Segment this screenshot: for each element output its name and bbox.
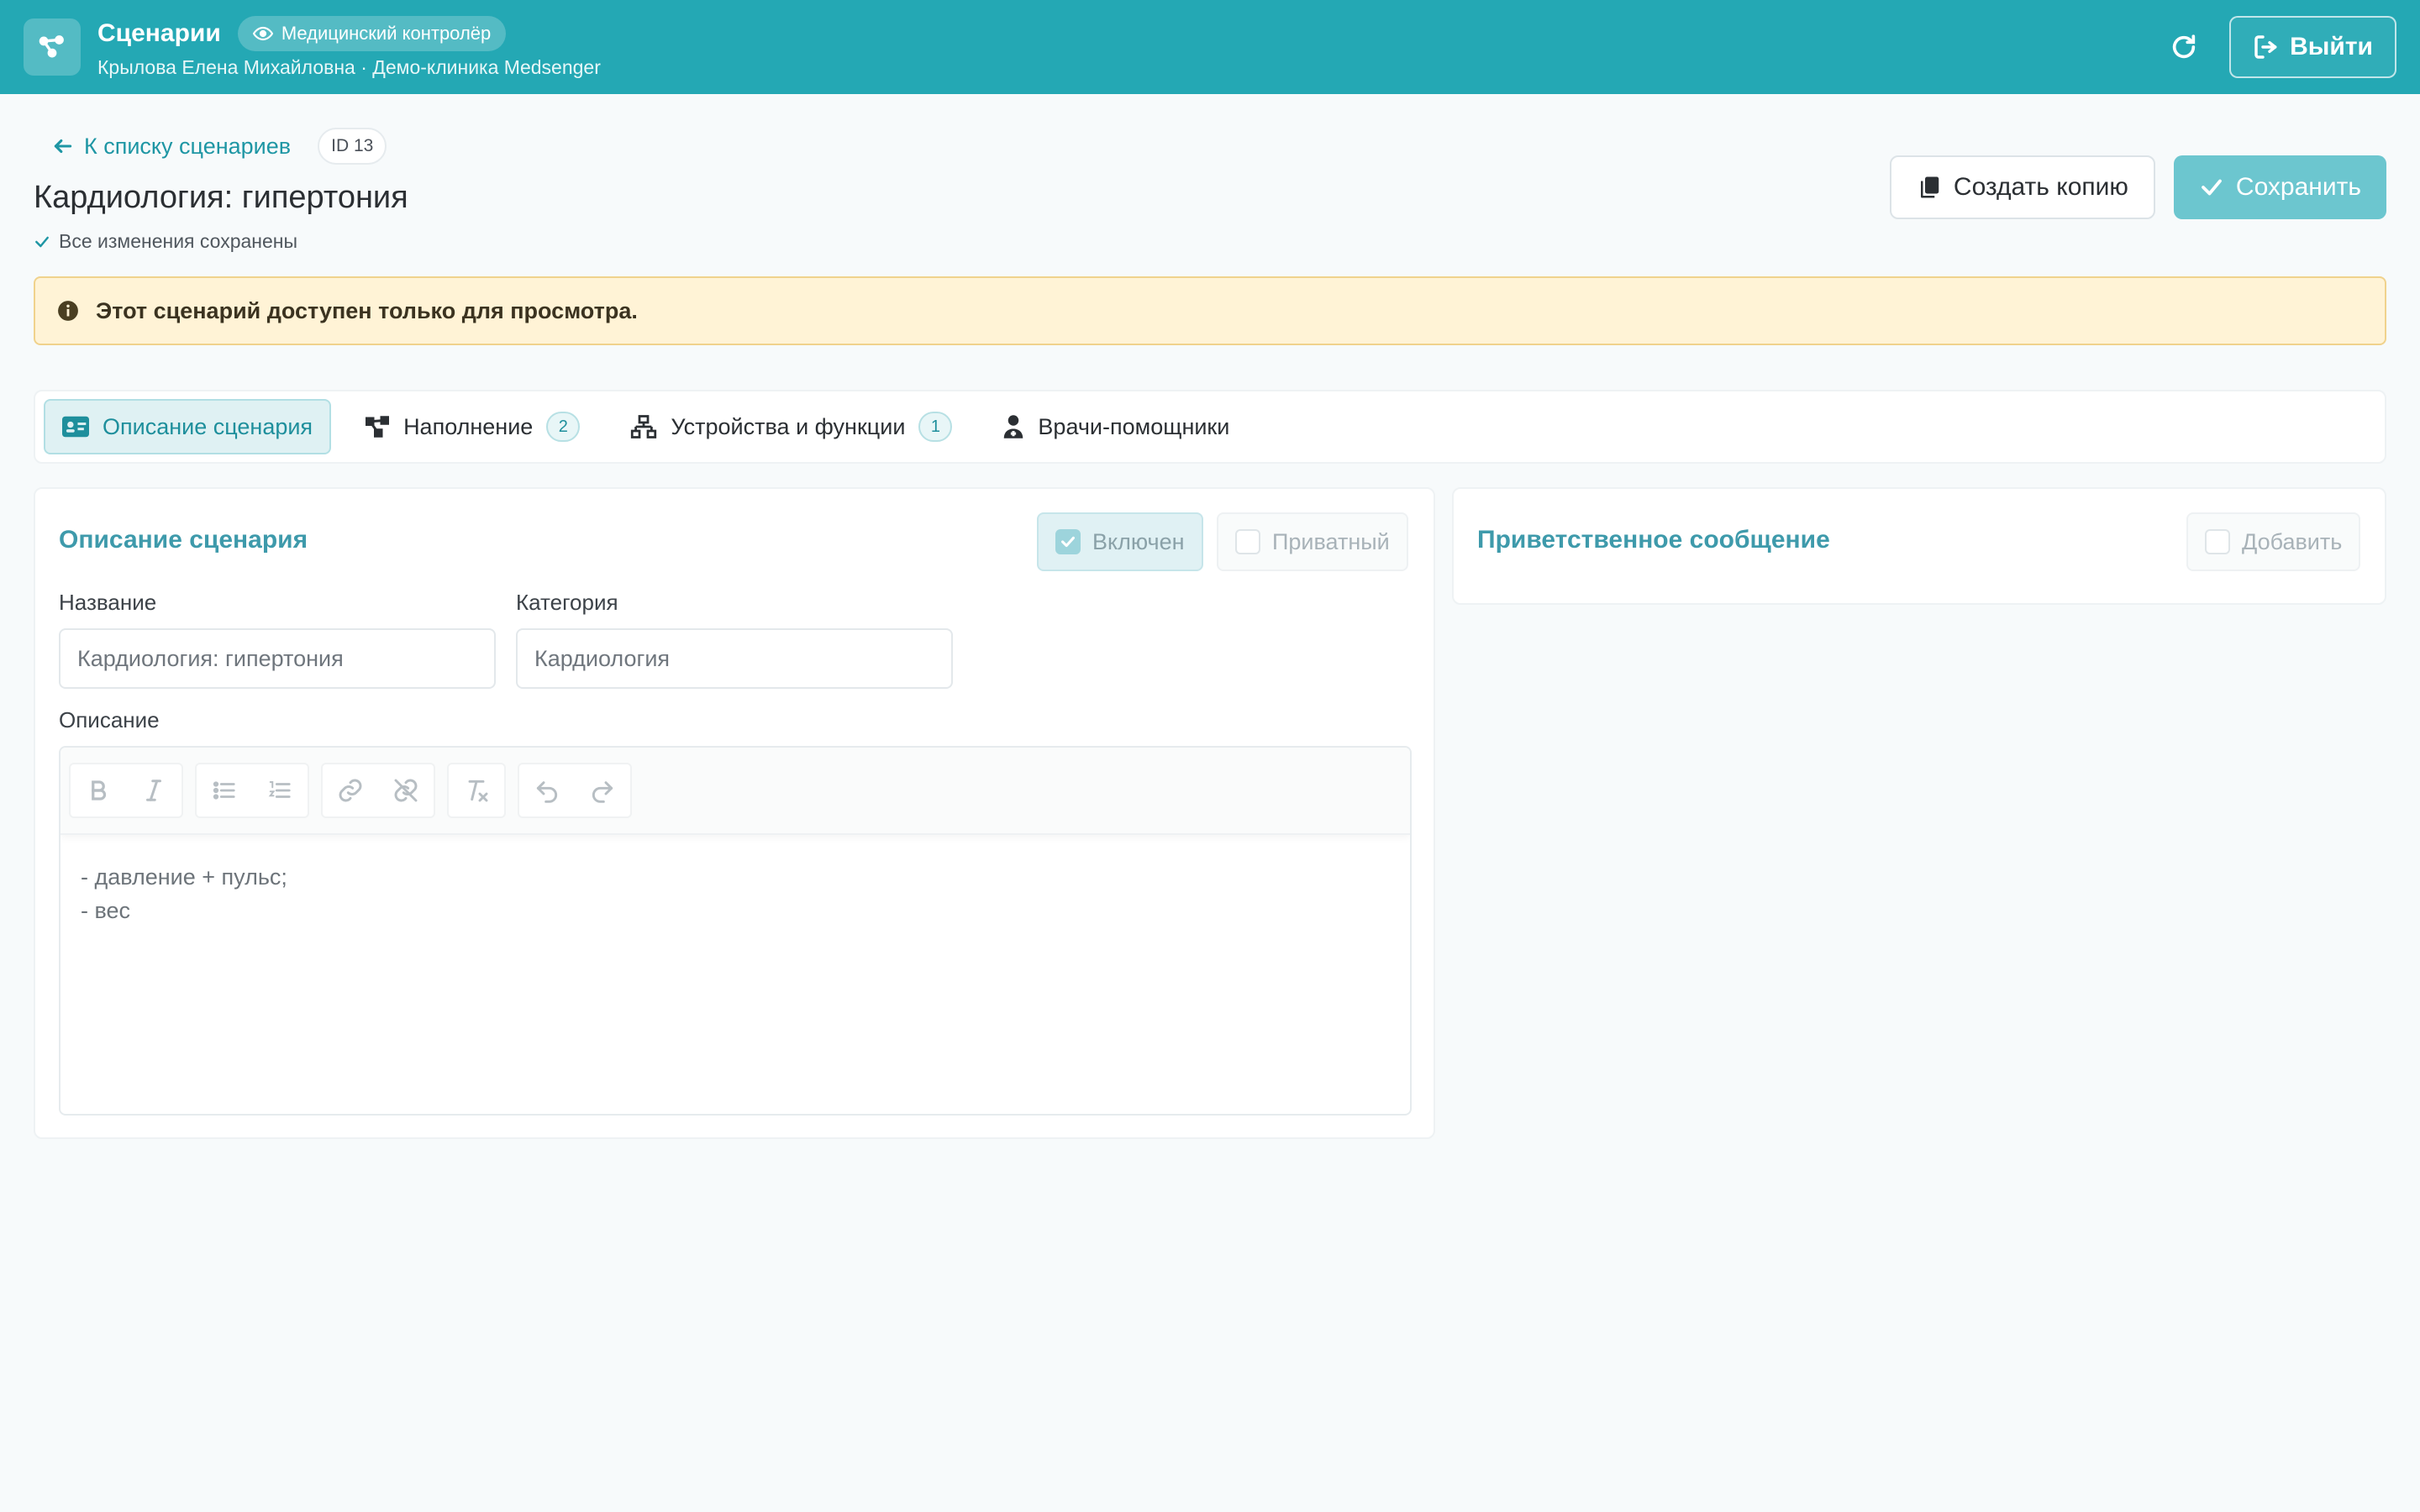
card-title: Приветственное сообщение [1477,526,1830,554]
enabled-checkbox[interactable]: Включен [1037,512,1203,571]
logout-label: Выйти [2290,33,2373,60]
create-copy-button[interactable]: Создать копию [1889,155,2155,219]
italic-icon [146,780,161,801]
category-input[interactable]: Кардиология [516,628,953,689]
checkbox-empty-icon [1235,529,1260,554]
bullet-list-button[interactable] [197,764,252,816]
tab-label: Устройства и функции [671,413,906,439]
redo-icon [592,781,613,803]
numbered-list-icon [268,781,291,798]
name-input[interactable]: Кардиология: гипертония [59,628,496,689]
clear-format-icon [468,780,488,802]
network-icon [631,415,657,438]
tab-label: Врачи-помощники [1038,413,1230,439]
editor-line: - вес [81,898,131,923]
editor-content[interactable]: - давление + пульс; - вес [60,835,1410,953]
alert-text: Этот сценарий доступен только для просмо… [96,297,638,323]
link-icon [339,779,362,802]
sign-out-icon [2254,35,2277,59]
tab-label: Наполнение [403,413,534,439]
clear-format-button[interactable] [449,764,504,816]
tool-group-history [518,763,632,818]
editor-toolbar [60,748,1410,835]
numbered-list-button[interactable] [252,764,308,816]
back-link-label: К списку сценариев [84,133,292,159]
redo-button[interactable] [575,764,630,816]
link-button[interactable] [323,764,378,816]
add-greeting-checkbox[interactable]: Добавить [2186,512,2361,571]
category-label: Категория [516,590,618,615]
id-card-icon [62,416,89,438]
unlink-icon [394,779,418,802]
tab-devices[interactable]: Устройства и функции 1 [613,399,969,454]
bold-button[interactable] [71,764,126,816]
description-editor[interactable]: - давление + пульс; - вес [59,746,1412,1116]
page-title: Кардиология: гипертония [34,180,408,215]
read-only-alert: Этот сценарий доступен только для просмо… [34,276,2386,345]
add-label: Добавить [2242,528,2343,554]
private-label: Приватный [1272,528,1390,554]
editor-line: - давление + пульс; [81,864,287,890]
top-bar: Сценарии Медицинский контролёр Крылова Е… [0,0,2420,94]
tab-bar: Описание сценария Наполнение 2 Устройств… [34,390,2386,464]
card-title: Описание сценария [59,526,308,554]
name-label: Название [59,590,157,615]
checkbox-empty-icon [2205,529,2230,554]
logout-button[interactable]: Выйти [2229,16,2396,78]
undo-button[interactable] [519,764,575,816]
page-actions: Создать копию Сохранить [1889,155,2386,219]
doctor-icon [1004,415,1023,438]
description-card: Описание сценария Включен Приватный Назв… [34,487,1435,1139]
role-badge: Медицинский контролёр [237,15,507,51]
tab-assistant-doctors[interactable]: Врачи-помощники [986,399,1246,454]
save-button[interactable]: Сохранить [2173,155,2386,219]
save-label: Сохранить [2235,173,2361,201]
greeting-card: Приветственное сообщение Добавить [1452,487,2386,605]
check-icon [2202,179,2222,196]
tab-description[interactable]: Описание сценария [44,399,332,454]
back-to-list-link[interactable]: К списку сценариев [52,134,291,160]
tab-content[interactable]: Наполнение 2 [348,399,597,454]
saved-status-text: Все изменения сохранены [59,230,298,252]
description-label: Описание [59,707,160,732]
tab-label: Описание сценария [103,413,313,439]
arrow-left-icon [54,139,72,154]
checkbox-checked-icon [1055,529,1081,554]
nodes-icon [366,416,390,438]
tab-count-badge: 2 [546,412,581,442]
info-icon [58,301,78,321]
refresh-button[interactable] [2164,27,2204,67]
tool-group-format [69,763,183,818]
enabled-label: Включен [1092,528,1185,554]
bullet-list-icon [213,781,235,800]
undo-icon [536,781,558,803]
scenario-id-badge: ID 13 [318,128,387,165]
refresh-icon [2172,34,2196,59]
bold-icon [92,780,107,801]
app-title: Сценарии [97,18,221,47]
saved-status: Все изменения сохранены [34,230,297,253]
create-copy-label: Создать копию [1953,173,2128,201]
tool-group-clear [447,763,506,818]
user-info: Крылова Елена Михайловна · Демо-клиника … [97,55,601,78]
italic-button[interactable] [126,764,182,816]
copy-icon [1920,176,1939,198]
tab-count-badge: 1 [918,412,953,442]
scenarios-logo-icon [24,18,81,76]
private-checkbox[interactable]: Приватный [1217,512,1408,571]
tool-group-lists [195,763,309,818]
eye-icon [252,26,273,40]
breadcrumb: К списку сценариев ID 13 [52,128,387,165]
check-icon [35,236,49,247]
tool-group-links [321,763,435,818]
unlink-button[interactable] [378,764,434,816]
role-badge-label: Медицинский контролёр [281,22,492,44]
